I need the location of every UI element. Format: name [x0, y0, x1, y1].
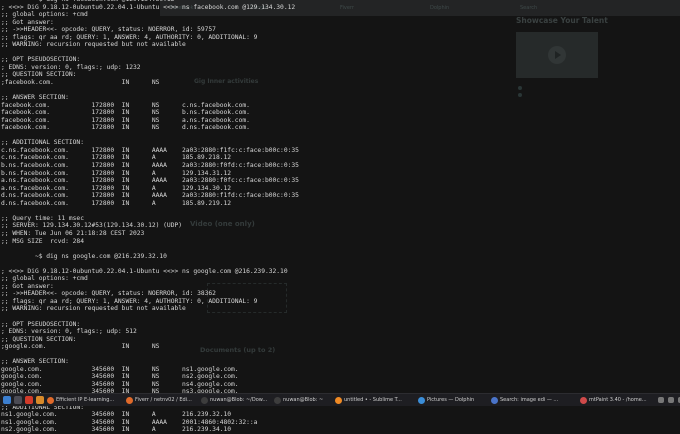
terminal-line: c.ns.facebook.com. 172800 IN A 185.89.21…: [1, 154, 232, 162]
taskbar-window-label: nuwan@Blob: ~: [283, 397, 324, 403]
terminal-line: ~$ dig ns google.com @216.239.32.10: [1, 252, 167, 260]
terminal-line: ;; Query time: 11 msec: [1, 214, 84, 222]
terminal-line: ;; ->>HEADER<<- opcode: QUERY, status: N…: [1, 290, 216, 298]
app-icon: [335, 396, 342, 404]
terminal-line: ;; WARNING: recursion requested but not …: [1, 41, 186, 49]
terminal-line: a.ns.facebook.com. 172800 IN AAAA 2a03:2…: [1, 177, 299, 185]
app-menu-icon[interactable]: [3, 396, 11, 404]
system-tray: [654, 397, 680, 403]
taskbar-window-button[interactable]: mtPaint 3.40 - /home...: [580, 394, 654, 406]
taskbar-window-label: untitled • - Sublime T...: [344, 397, 402, 403]
terminal-line: ;; ANSWER SECTION:: [1, 94, 69, 102]
background-tab: Fiverr: [340, 5, 354, 11]
terminal-line: google.com. 345600 IN NS ns2.google.com.: [1, 373, 239, 381]
terminal-line: ;; global options: +cmd: [1, 11, 88, 19]
taskbar-window-button[interactable]: Efficient IP E-learning...: [47, 394, 123, 406]
terminal-line: ; <<>> DiG 9.18.12-0ubuntu0.22.04.1-Ubun…: [1, 267, 288, 275]
taskbar-window-label: Search: image edi — ...: [500, 397, 559, 403]
app-icon: [201, 396, 208, 404]
taskbar-window-button[interactable]: Pictures — Dolphin: [418, 394, 488, 406]
app-icon: [47, 396, 54, 404]
taskbar: Efficient IP E-learning... Fiverr / netnv…: [0, 393, 680, 406]
terminal-line: ns1.google.com. 345600 IN A 216.239.32.1…: [1, 411, 232, 419]
terminal-line: ;; Got answer:: [1, 18, 54, 26]
terminal-line: c.ns.facebook.com. 172800 IN AAAA 2a03:2…: [1, 146, 299, 154]
background-video-thumbnail: [516, 32, 598, 78]
app-icon: [126, 396, 133, 404]
terminal-line: ;; MSG SIZE rcvd: 284: [1, 237, 84, 245]
terminal-line: google.com. 345600 IN NS ns4.google.com.: [1, 380, 239, 388]
terminal-line: ;; ANSWER SECTION:: [1, 358, 69, 366]
terminal-line: ;; QUESTION SECTION:: [1, 71, 77, 79]
terminal-line: ;; QUESTION SECTION:: [1, 335, 77, 343]
taskbar-window-label: mtPaint 3.40 - /home...: [589, 397, 647, 403]
terminal-line: a.ns.facebook.com. 172800 IN A 129.134.3…: [1, 184, 232, 192]
taskbar-window-list: Efficient IP E-learning... Fiverr / netnv…: [44, 394, 654, 406]
terminal-line: ;; Got answer:: [1, 282, 54, 290]
app-icon: [418, 396, 425, 404]
terminal-line: b.ns.facebook.com. 172800 IN AAAA 2a03:2…: [1, 162, 299, 170]
terminal-line: facebook.com. 172800 IN NS d.ns.facebook…: [1, 124, 250, 132]
terminal-line: facebook.com. 172800 IN NS c.ns.facebook…: [1, 101, 250, 109]
app-icon: [274, 396, 281, 404]
terminal-line: ;google.com. IN NS: [1, 343, 160, 351]
terminal-line: ;; OPT PSEUDOSECTION:: [1, 56, 81, 64]
taskbar-window-button[interactable]: nuwan@Blob: ~: [274, 394, 332, 406]
terminal-line: ns2.google.com. 345600 IN A 216.239.34.1…: [1, 426, 232, 434]
terminal-line: ;; flags: qr aa rd; QUERY: 1, ANSWER: 4,…: [1, 33, 258, 41]
terminal-line: ;; WARNING: recursion requested but not …: [1, 305, 186, 313]
terminal-line: ;; flags: qr aa rd; QUERY: 1, ANSWER: 4,…: [1, 297, 258, 305]
terminal-line: ;; ADDITIONAL SECTION:: [1, 139, 84, 147]
browser-icon[interactable]: [36, 396, 44, 404]
network-icon[interactable]: [658, 397, 664, 403]
terminal-line: ;; ->>HEADER<<- opcode: QUERY, status: N…: [1, 26, 216, 34]
check-icon: [518, 86, 522, 90]
terminal-line: b.ns.facebook.com. 172800 IN A 129.134.3…: [1, 169, 232, 177]
taskbar-window-label: Pictures — Dolphin: [427, 397, 475, 403]
volume-icon[interactable]: [668, 397, 674, 403]
terminal-line: facebook.com. 172800 IN NS a.ns.facebook…: [1, 116, 250, 124]
app-icon: [580, 396, 587, 404]
terminal-line: ; EDNS: version: 0, flags:; udp: 512: [1, 328, 137, 336]
app-icon: [491, 396, 498, 404]
terminal-line: ;; global options: +cmd: [1, 275, 88, 283]
terminal-line: ;; OPT PSEUDOSECTION:: [1, 320, 81, 328]
background-tab: Dolphin: [430, 5, 450, 11]
background-tab: Search: [520, 5, 538, 11]
terminal-output: ~$ dig ns facebook.com @129.134.30.12; <…: [1, 0, 299, 434]
background-side-title: Showcase Your Talent: [516, 16, 608, 25]
terminal-line: ;; WHEN: Tue Jun 06 21:18:28 CEST 2023: [1, 229, 145, 237]
terminal-line: ns1.google.com. 345600 IN AAAA 2001:4860…: [1, 418, 258, 426]
taskbar-window-button[interactable]: Search: image edi — ...: [491, 394, 577, 406]
pdf-app-icon[interactable]: [25, 396, 33, 404]
taskbar-window-button[interactable]: nuwan@Blob: ~/Dow...: [201, 394, 271, 406]
terminal-line: facebook.com. 172800 IN NS b.ns.facebook…: [1, 109, 250, 117]
terminal-line: ; EDNS: version: 0, flags:; udp: 1232: [1, 63, 141, 71]
desktop-icon[interactable]: [14, 396, 22, 404]
taskbar-window-label: nuwan@Blob: ~/Dow...: [210, 397, 268, 403]
terminal-line: d.ns.facebook.com. 172800 IN AAAA 2a03:2…: [1, 192, 299, 200]
terminal-line: google.com. 345600 IN NS ns1.google.com.: [1, 365, 239, 373]
terminal-line: ;facebook.com. IN NS: [1, 79, 160, 87]
taskbar-window-label: Efficient IP E-learning...: [56, 397, 115, 403]
taskbar-window-button[interactable]: Fiverr / netnv02 / Edi...: [126, 394, 198, 406]
taskbar-window-button[interactable]: untitled • - Sublime T...: [335, 394, 415, 406]
taskbar-window-label: Fiverr / netnv02 / Edi...: [135, 397, 192, 403]
check-icon: [518, 93, 522, 97]
play-icon: [548, 46, 566, 64]
terminal-line: d.ns.facebook.com. 172800 IN A 185.89.21…: [1, 199, 232, 207]
terminal-line: ;; SERVER: 129.134.30.12#53(129.134.30.1…: [1, 222, 183, 230]
terminal-line: ; <<>> DiG 9.18.12-0ubuntu0.22.04.1-Ubun…: [1, 3, 296, 11]
